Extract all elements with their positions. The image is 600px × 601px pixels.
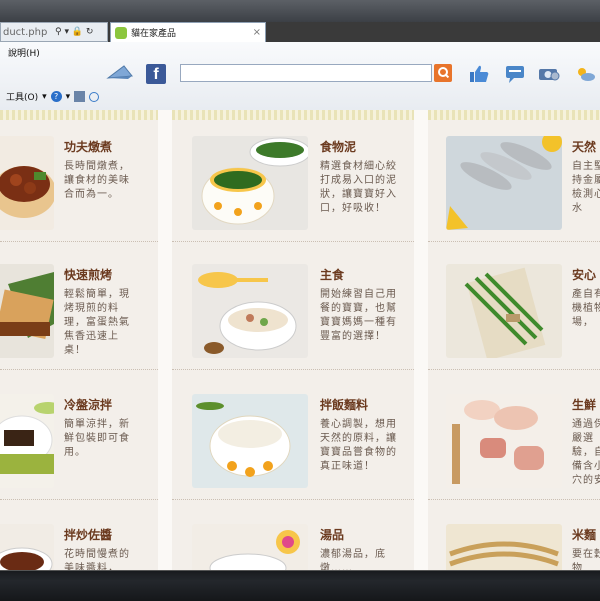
product-title[interactable]: 湯品 (320, 526, 344, 543)
product-card[interactable]: 安心 產自有機植物場， (428, 258, 600, 370)
menu-tools[interactable]: 工具(O) (6, 90, 38, 103)
product-image-raw-chicken[interactable] (446, 394, 562, 488)
column-header-stripe (428, 110, 600, 120)
product-image-grilled-fish[interactable] (0, 264, 54, 358)
tab-close-icon[interactable]: × (253, 27, 261, 38)
product-title[interactable]: 拌炒佐醬 (64, 526, 112, 543)
product-image-sauce-bowl[interactable] (0, 524, 54, 570)
product-title[interactable]: 食物泥 (320, 138, 356, 155)
weather-icon[interactable] (574, 64, 596, 84)
browser-tab[interactable]: 貓在家產品 × (110, 22, 266, 42)
product-card[interactable]: 食物泥 精選食材細心絞打成易入口的泥狀，讓寶寶好入口，好吸收！ (172, 130, 414, 242)
taskbar-shadow (0, 571, 600, 581)
product-description: 通過保嚴選驗，自備含小穴的安 (572, 419, 600, 486)
product-title[interactable]: 米麵 (572, 526, 596, 543)
product-card[interactable]: 米麵 要在穀物 (428, 518, 600, 570)
product-description: 精選食材細心絞打成易入口的泥狀，讓寶寶好入口，好吸收！ (320, 161, 397, 214)
search-input[interactable] (180, 64, 432, 82)
product-title[interactable]: 快速煎烤 (64, 266, 112, 283)
product-title[interactable]: 主食 (320, 266, 344, 283)
help-dropdown-icon[interactable]: ▾ (66, 92, 71, 102)
product-image-cold-plate[interactable] (0, 394, 54, 488)
product-card[interactable]: 生鮮 通過保嚴選驗，自備含小穴的安 (428, 388, 600, 500)
product-image-grain[interactable] (446, 524, 562, 570)
product-card[interactable]: 主食 開始練習自己用餐的寶寶，也幫寶寶媽媽一種有豐富的選擇！ (172, 258, 414, 370)
product-card[interactable]: 湯品 濃郁湯品，底燉…… (172, 518, 414, 570)
address-bar[interactable]: duct.php ⚲ ▾ 🔒 ↻ (0, 22, 108, 42)
address-text[interactable]: duct.php (1, 27, 53, 38)
product-image-noodles[interactable] (192, 394, 308, 488)
product-image-soup[interactable] (192, 524, 308, 570)
facebook-icon[interactable]: f (146, 64, 166, 84)
taskbar (0, 570, 600, 601)
thumbs-up-icon[interactable] (468, 64, 490, 84)
site-favicon-icon (115, 26, 127, 39)
desktop-top-bar (0, 0, 600, 22)
product-title[interactable]: 生鮮 (572, 396, 596, 413)
product-description: 花時間慢煮的美味醬料， (64, 549, 130, 570)
history-icon[interactable] (89, 91, 100, 102)
chat-icon[interactable] (504, 64, 526, 84)
product-description: 輕鬆簡單，現烤現煎的料理，富蛋熱氣焦香迅速上桌！ (64, 289, 130, 356)
product-description: 濃郁湯品，底燉…… (320, 549, 386, 570)
product-title[interactable]: 冷盤涼拌 (64, 396, 112, 413)
product-image-stew-dish[interactable] (0, 136, 54, 230)
help-icon[interactable]: ? (50, 91, 62, 102)
pyramid-icon[interactable] (106, 64, 134, 80)
product-image-green-puree[interactable] (192, 136, 308, 230)
product-image-shrimp[interactable] (446, 136, 562, 230)
page-content: 功夫燉煮 長時間燉煮，讓食材的美味合而為一。 快速煎烤 輕鬆簡單，現烤現煎的料理… (0, 110, 600, 570)
product-title[interactable]: 天然 (572, 138, 596, 155)
product-description: 自主堅持金屬檢測心水 (572, 161, 600, 214)
product-description: 長時間燉煮，讓食材的美味合而為一。 (64, 161, 130, 200)
product-card[interactable]: 快速煎烤 輕鬆簡單，現烤現煎的料理，富蛋熱氣焦香迅速上桌！ (0, 258, 158, 370)
money-icon[interactable] (538, 64, 560, 84)
product-description: 產自有機植物場， (572, 289, 600, 328)
product-description: 要在穀物 (572, 549, 600, 570)
product-card[interactable]: 冷盤涼拌 簡單涼拌，新鮮包裝即可食用。 (0, 388, 158, 500)
product-card[interactable]: 天然 自主堅持金屬檢測心水 (428, 130, 600, 242)
tools-bar: 工具(O) ▾ ? ▾ (6, 90, 100, 103)
menu-help[interactable]: 說明(H) (8, 46, 40, 59)
column-header-stripe (0, 110, 158, 120)
product-title[interactable]: 安心 (572, 266, 596, 283)
search-button[interactable] (434, 64, 452, 82)
product-title[interactable]: 拌飯麵料 (320, 396, 368, 413)
product-description: 養心調製，想用天然的原料，讓寶寶品嘗食物的真正味道！ (320, 419, 397, 472)
tab-title: 貓在家產品 (131, 29, 177, 39)
product-description: 簡單涼拌，新鮮包裝即可食用。 (64, 419, 130, 458)
tools-dropdown-icon[interactable]: ▾ (42, 92, 47, 102)
product-description: 開始練習自己用餐的寶寶，也幫寶寶媽媽一種有豐富的選擇！ (320, 289, 397, 342)
product-card[interactable]: 拌炒佐醬 花時間慢煮的美味醬料， (0, 518, 158, 570)
address-icons[interactable]: ⚲ ▾ 🔒 ↻ (55, 27, 93, 37)
column-header-stripe (172, 110, 414, 120)
product-image-porridge[interactable] (192, 264, 308, 358)
product-title[interactable]: 功夫燉煮 (64, 138, 112, 155)
product-image-herbs[interactable] (446, 264, 562, 358)
product-card[interactable]: 功夫燉煮 長時間燉煮，讓食材的美味合而為一。 (0, 130, 158, 242)
product-card[interactable]: 拌飯麵料 養心調製，想用天然的原料，讓寶寶品嘗食物的真正味道！ (172, 388, 414, 500)
research-icon[interactable] (74, 91, 86, 102)
